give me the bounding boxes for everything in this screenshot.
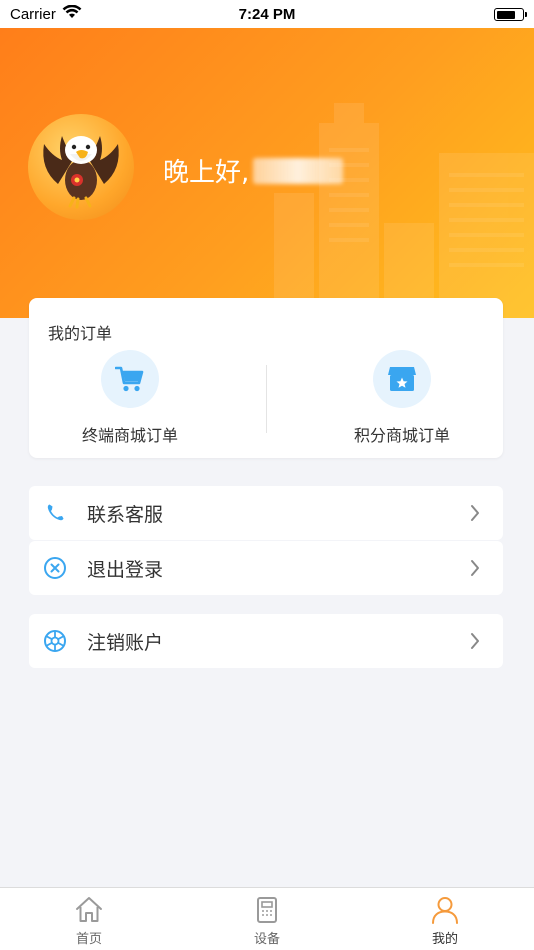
my-orders-card: 我的订单 终端商城订单 积分商城订单 xyxy=(29,298,503,458)
shopping-cart-icon xyxy=(115,366,144,392)
my-orders-title: 我的订单 xyxy=(48,324,113,343)
tab-device-label: 设备 xyxy=(253,932,280,947)
terminal-mall-orders-button[interactable]: 终端商城订单 xyxy=(50,350,210,446)
chevron-right-icon xyxy=(471,633,479,649)
tab-profile-label: 我的 xyxy=(431,932,458,947)
orders-divider xyxy=(266,365,267,433)
battery-icon xyxy=(494,8,527,21)
city-skyline-decoration xyxy=(274,103,534,318)
logout-row[interactable]: 退出登录 xyxy=(29,541,503,595)
greeting: 晚上好, xyxy=(163,152,344,189)
wifi-icon xyxy=(62,4,82,23)
cancel-account-row[interactable]: 注销账户 xyxy=(29,614,503,668)
tab-home[interactable]: 首页 xyxy=(0,888,178,950)
chevron-right-icon xyxy=(471,505,479,521)
logout-icon xyxy=(44,557,66,579)
cancel-account-icon xyxy=(44,630,66,652)
tab-device[interactable]: 设备 xyxy=(178,888,356,950)
eagle-mascot-icon xyxy=(43,136,119,209)
bottom-tab-bar: 首页 设备 我的 xyxy=(0,887,534,950)
points-mall-icon-wrap xyxy=(373,350,431,408)
profile-icon xyxy=(432,897,458,924)
tab-home-label: 首页 xyxy=(75,932,102,947)
logout-label: 退出登录 xyxy=(87,558,164,581)
phone-icon xyxy=(47,504,64,521)
profile-header: 晚上好, xyxy=(0,28,534,318)
points-mall-orders-button[interactable]: 积分商城订单 xyxy=(322,350,482,446)
contact-support-label: 联系客服 xyxy=(87,503,164,526)
cancel-account-label: 注销账户 xyxy=(87,631,164,654)
greeting-text: 晚上好, xyxy=(163,158,250,188)
carrier-label: Carrier xyxy=(10,5,56,23)
points-mall-orders-label: 积分商城订单 xyxy=(353,426,450,445)
home-icon xyxy=(76,897,102,922)
terminal-mall-orders-label: 终端商城订单 xyxy=(81,426,178,445)
chevron-right-icon xyxy=(471,560,479,576)
status-bar: Carrier 7:24 PM xyxy=(0,0,534,28)
terminal-mall-icon-wrap xyxy=(101,350,159,408)
device-icon xyxy=(257,897,277,923)
store-icon xyxy=(388,367,416,391)
tab-profile[interactable]: 我的 xyxy=(356,888,534,950)
blurred-username xyxy=(253,157,344,184)
avatar[interactable] xyxy=(28,114,134,220)
contact-support-row[interactable]: 联系客服 xyxy=(29,486,503,540)
